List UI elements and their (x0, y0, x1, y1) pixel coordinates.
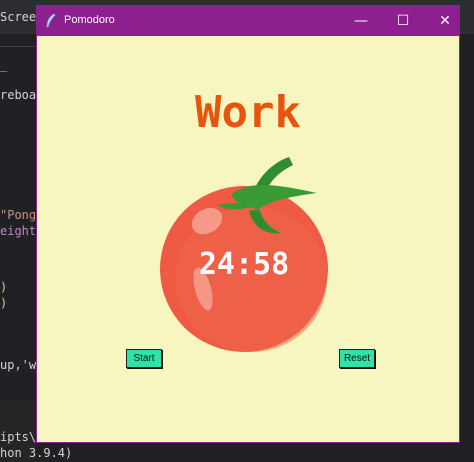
editor-line: _ (0, 58, 8, 72)
reset-button[interactable]: Reset (339, 349, 375, 368)
window-title: Pomodoro (64, 14, 115, 26)
terminal-line: ipts\ (0, 430, 37, 444)
start-button[interactable]: Start (126, 349, 162, 368)
editor-line: ) (0, 296, 8, 310)
maximize-icon: ☐ (396, 13, 410, 29)
title-bar[interactable]: Pomodoro — ☐ ✕ (37, 6, 459, 36)
feather-icon (44, 13, 58, 29)
minimize-icon: — (354, 13, 368, 29)
maximize-button[interactable]: ☐ (383, 6, 423, 36)
editor-line: ) (0, 280, 8, 294)
terminal-line: hon 3.9.4) (0, 446, 73, 460)
editor-tab-label: Scree (0, 10, 37, 24)
minimize-button[interactable]: — (341, 6, 381, 36)
editor-divider (0, 46, 36, 47)
countdown-timer: 24:58 (198, 247, 290, 282)
editor-line: up,'w (0, 358, 37, 372)
pomodoro-window: Pomodoro — ☐ ✕ Work 24:58 Start Reset (36, 5, 460, 443)
mode-heading: Work (195, 87, 301, 138)
close-icon: ✕ (439, 13, 451, 29)
close-button[interactable]: ✕ (425, 6, 465, 36)
